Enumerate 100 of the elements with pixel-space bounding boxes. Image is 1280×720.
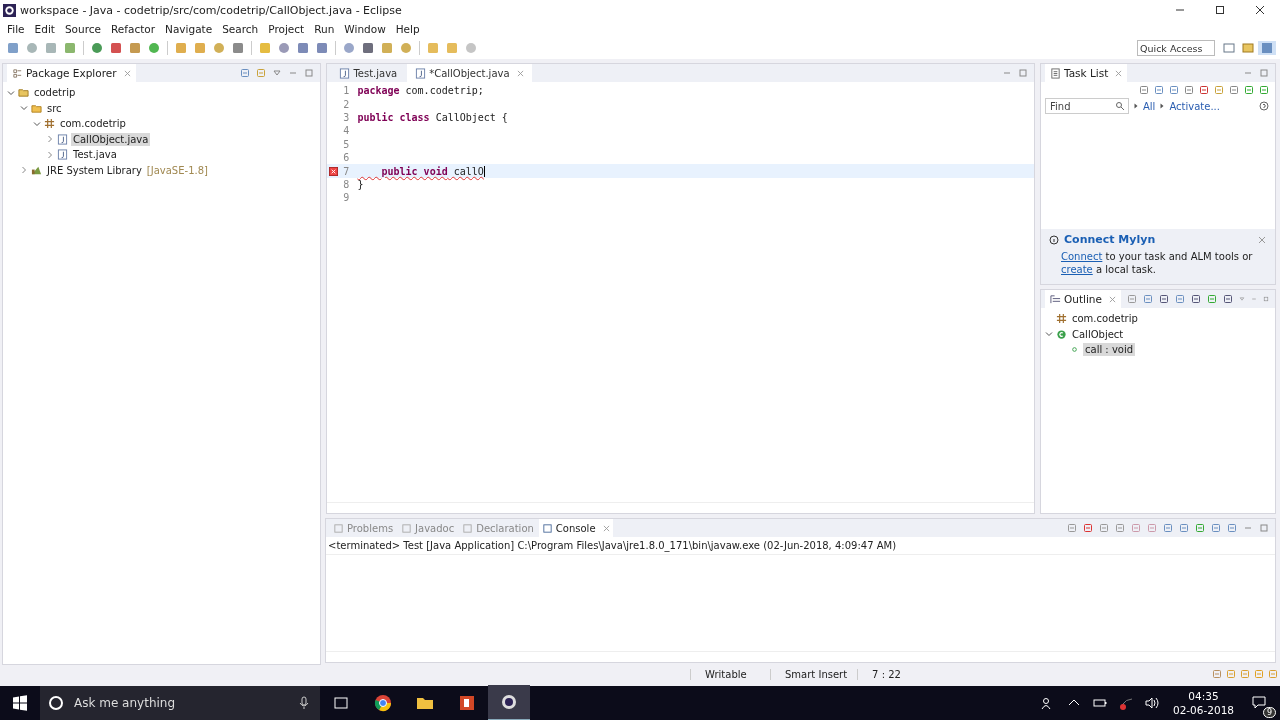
editor-tab[interactable]: *CallObject.java <box>407 64 532 82</box>
taskbar-search-box[interactable]: Ask me anything <box>40 686 320 720</box>
java-file-icon <box>57 149 68 161</box>
tool-icon[interactable] <box>1242 85 1256 95</box>
notification-count: 9 <box>1262 707 1276 718</box>
tool-icon[interactable] <box>1210 669 1224 679</box>
tool-icon[interactable] <box>1227 85 1241 95</box>
eclipse-app-icon[interactable] <box>488 685 530 720</box>
menu-item[interactable]: Edit <box>29 22 60 35</box>
tree-item[interactable]: src <box>45 101 64 115</box>
tool-icon[interactable] <box>1193 523 1207 533</box>
menu-item[interactable]: Refactor <box>106 22 161 35</box>
expanded-chevron-icon[interactable] <box>1045 330 1053 339</box>
taskbar-search-field[interactable]: Ask me anything <box>72 695 288 711</box>
tool-icon[interactable] <box>1137 85 1151 95</box>
view-menu-icon[interactable] <box>1237 294 1247 304</box>
outline-icon <box>1050 293 1061 305</box>
collapsed-chevron-icon[interactable] <box>46 150 54 159</box>
tool-icon[interactable] <box>1167 85 1181 95</box>
menu-item[interactable]: Run <box>309 22 340 35</box>
window-title: workspace - Java - codetrip/src/com/codetrip/CallObject.java - Eclipse <box>20 3 402 17</box>
info-icon <box>1047 234 1061 245</box>
view-tab[interactable]: Console <box>538 519 613 537</box>
menu-item[interactable]: Search <box>217 22 264 35</box>
menu-item[interactable]: Help <box>390 22 425 35</box>
books-icon <box>31 164 42 176</box>
console-status: <terminated> Test [Java Application] C:\Program Files\Java\jre1.8.0_171\bin\javaw.exe (02-Jun-2018, 4:09:47 AM) <box>326 537 1275 555</box>
create-link[interactable]: create <box>1061 264 1093 275</box>
expanded-chevron-icon[interactable] <box>20 104 28 113</box>
perspective-icon[interactable] <box>1220 41 1238 55</box>
menu-item[interactable]: Source <box>59 22 106 35</box>
tool-icon[interactable] <box>1157 294 1171 304</box>
editor-tab[interactable]: Test.java <box>331 64 406 82</box>
tool-icon[interactable] <box>1209 523 1223 533</box>
tool-icon[interactable] <box>1257 85 1271 95</box>
perspective-icon[interactable] <box>1239 41 1257 55</box>
filter-link[interactable]: Activate... <box>1169 100 1220 112</box>
help-icon[interactable] <box>1257 101 1271 111</box>
collapsed-chevron-icon[interactable] <box>20 166 28 175</box>
package-explorer-icon <box>12 67 23 79</box>
tool-icon[interactable] <box>1152 85 1166 95</box>
tree-item[interactable]: call : void <box>1083 343 1136 357</box>
search-icon <box>1113 101 1127 111</box>
task-list-icon <box>1050 67 1061 79</box>
code-line: public class CallObject { <box>357 111 508 123</box>
tree-item[interactable]: com.codetrip <box>1070 312 1140 326</box>
connect-link[interactable]: Connect <box>1061 251 1103 262</box>
tool-icon[interactable] <box>1081 523 1095 533</box>
expand-arrow-icon[interactable] <box>1133 103 1139 109</box>
java-perspective-icon[interactable] <box>1258 41 1276 55</box>
tool-icon[interactable] <box>1173 294 1187 304</box>
tree-item[interactable]: com.codetrip <box>58 117 128 131</box>
tool-icon[interactable] <box>1221 294 1235 304</box>
tool-icon[interactable] <box>1177 523 1191 533</box>
expanded-chevron-icon[interactable] <box>7 88 15 97</box>
tree-item[interactable]: CallObject <box>1070 327 1126 341</box>
clock-time: 04:35 <box>1188 689 1219 703</box>
line-number: 7 <box>342 165 350 177</box>
tool-icon[interactable] <box>1225 523 1239 533</box>
quick-access-field[interactable]: Quick Access <box>1137 40 1215 56</box>
tree-item[interactable]: CallObject.java <box>71 132 151 146</box>
menu-item[interactable]: File <box>2 22 30 35</box>
expand-arrow-icon[interactable] <box>1159 103 1166 109</box>
project-icon <box>18 87 29 99</box>
view-tab[interactable]: Package Explorer <box>7 64 136 82</box>
tool-icon[interactable] <box>1161 523 1175 533</box>
code-line: public void callO <box>357 165 485 177</box>
line-number: 3 <box>342 111 350 123</box>
view-icon <box>333 522 344 534</box>
tool-icon[interactable] <box>1141 294 1155 304</box>
view-tab[interactable]: Outline <box>1045 290 1121 308</box>
menu-item[interactable]: Window <box>339 22 391 35</box>
find-field[interactable]: Find <box>1045 98 1129 114</box>
status-field: Smart Insert <box>770 668 858 680</box>
eclipse-icon <box>3 3 16 17</box>
view-icon <box>401 522 413 534</box>
tree-item[interactable]: codetrip <box>32 86 78 100</box>
expanded-chevron-icon[interactable] <box>33 119 41 128</box>
package-icon <box>1056 313 1067 325</box>
line-number: 6 <box>342 152 350 164</box>
status-field: Writable <box>690 668 770 680</box>
filter-link[interactable]: All <box>1143 100 1156 112</box>
menu-item[interactable]: Project <box>263 22 310 35</box>
code-line: } <box>357 178 364 190</box>
collapsed-chevron-icon[interactable] <box>46 135 54 144</box>
tool-icon[interactable] <box>1189 294 1203 304</box>
tool-icon[interactable] <box>1197 85 1211 95</box>
tool-icon[interactable] <box>1182 85 1196 95</box>
card-text: Connect to your task and ALM tools or create a local task. <box>1061 250 1254 276</box>
menu-item[interactable]: Navigate <box>160 22 218 35</box>
view-tab[interactable]: Task List <box>1045 64 1128 82</box>
line-number: 2 <box>342 98 350 110</box>
tool-icon[interactable] <box>1205 294 1219 304</box>
line-number: 9 <box>342 192 350 204</box>
class-icon <box>1056 328 1067 340</box>
tree-item[interactable]: Test.java <box>71 148 119 162</box>
tree-item[interactable]: JRE System Library <box>45 163 144 177</box>
java-file-icon <box>57 133 68 145</box>
view-icon <box>462 522 474 534</box>
package-icon <box>44 118 55 130</box>
